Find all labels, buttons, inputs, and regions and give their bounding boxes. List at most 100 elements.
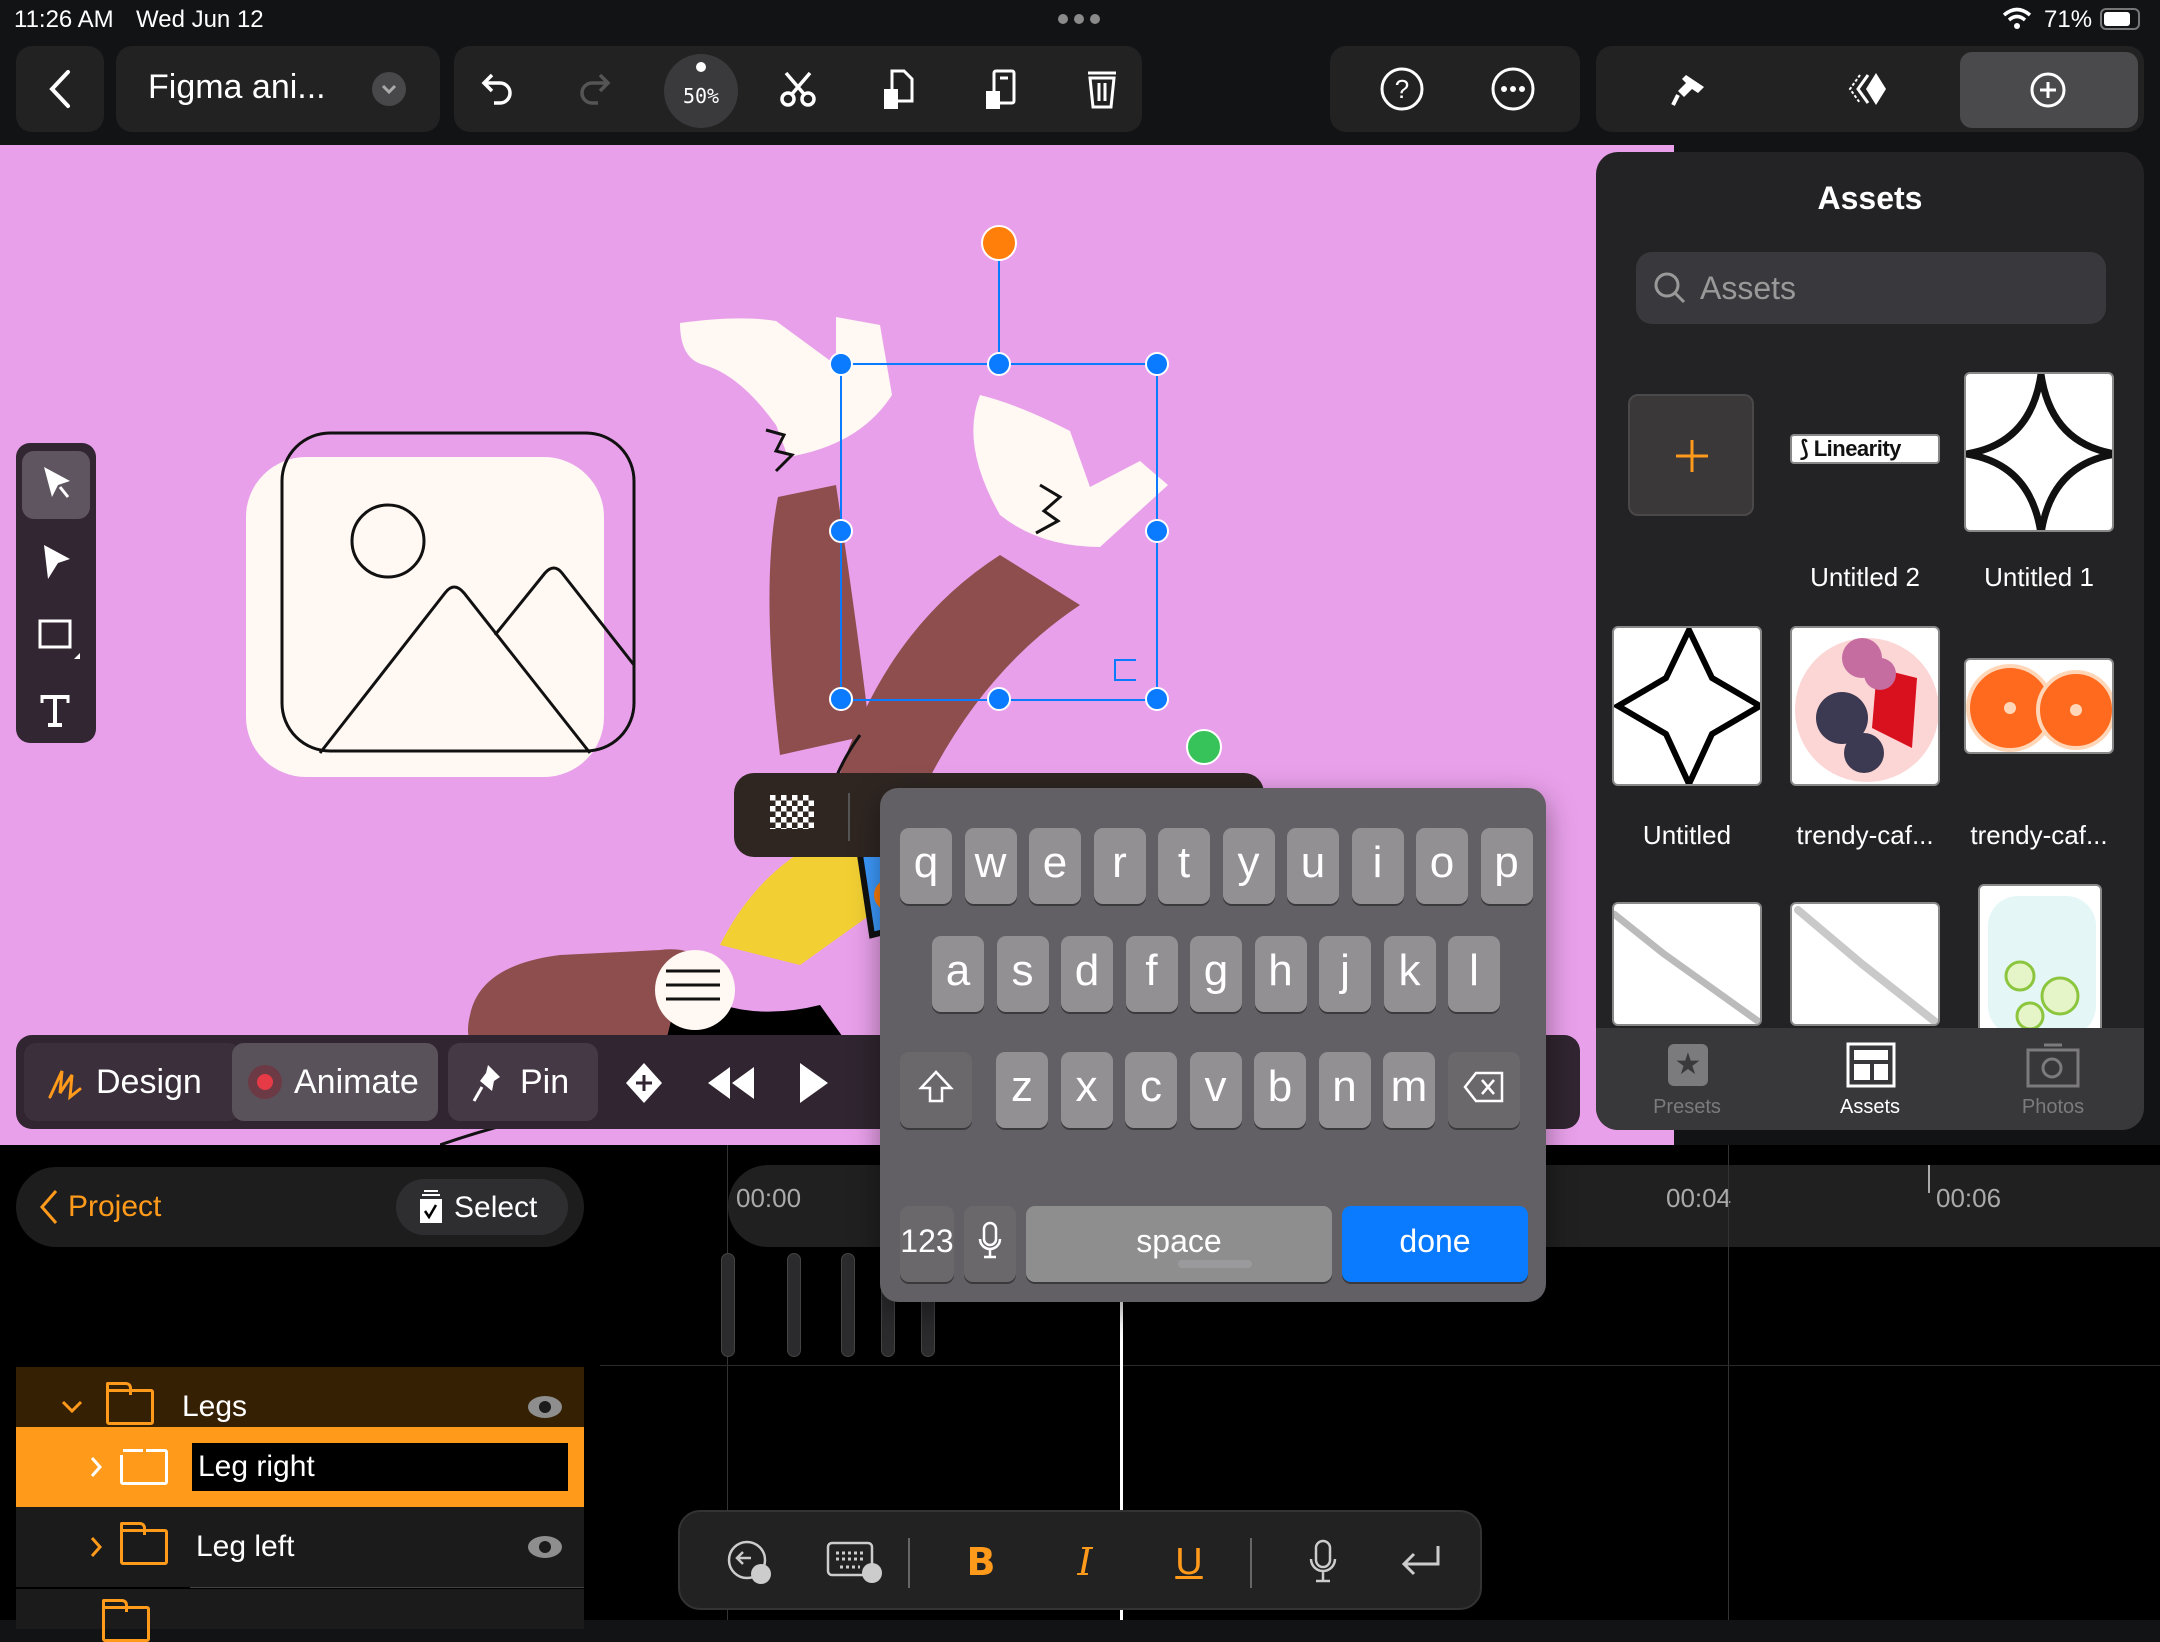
- resize-handle-top-left[interactable]: [829, 352, 853, 376]
- key-e[interactable]: e: [1029, 828, 1081, 904]
- pin-mode-button[interactable]: Pin: [448, 1043, 598, 1121]
- resize-handle-bottom-right[interactable]: [1145, 687, 1169, 711]
- delete-key[interactable]: [1448, 1052, 1520, 1128]
- keyboard-drag-handle[interactable]: [1178, 1260, 1252, 1268]
- layer-rename-input[interactable]: Leg right: [192, 1443, 568, 1491]
- help-button[interactable]: ?: [1362, 46, 1442, 132]
- transparency-checker-icon[interactable]: [770, 795, 814, 829]
- rectangle-tool[interactable]: [22, 601, 90, 669]
- keyframe-bar[interactable]: [841, 1253, 855, 1357]
- select-tool[interactable]: [22, 451, 90, 519]
- key-z[interactable]: z: [996, 1052, 1048, 1128]
- chevron-right-icon[interactable]: [88, 1535, 104, 1559]
- resize-handle-left[interactable]: [829, 519, 853, 543]
- key-x[interactable]: x: [1060, 1052, 1113, 1128]
- chevron-down-icon[interactable]: [60, 1397, 84, 1417]
- key-q[interactable]: q: [900, 828, 952, 904]
- resize-handle-top[interactable]: [987, 352, 1011, 376]
- key-f[interactable]: f: [1125, 936, 1178, 1012]
- redo-button[interactable]: [556, 46, 636, 132]
- resize-handle-bottom-left[interactable]: [829, 687, 853, 711]
- italic-button[interactable]: I: [1050, 1512, 1120, 1612]
- asset-thumb-cucumber-water[interactable]: [1978, 884, 2102, 1034]
- key-k[interactable]: k: [1383, 936, 1436, 1012]
- key-b[interactable]: b: [1254, 1052, 1306, 1128]
- asset-thumb-oranges[interactable]: [1964, 658, 2114, 754]
- space-key[interactable]: space: [1026, 1206, 1332, 1282]
- shift-key[interactable]: [900, 1052, 972, 1128]
- asset-thumb-untitled-2[interactable]: ⟆ Linearity: [1790, 434, 1940, 464]
- play-button[interactable]: [796, 1061, 830, 1105]
- style-panel-button[interactable]: [1650, 46, 1730, 132]
- keyframe-bar[interactable]: [787, 1253, 801, 1357]
- key-j[interactable]: j: [1319, 936, 1371, 1012]
- asset-thumb-untitled[interactable]: [1612, 626, 1762, 786]
- animate-panel-button[interactable]: [1828, 46, 1908, 132]
- more-button[interactable]: [1473, 46, 1553, 132]
- undo-button[interactable]: [456, 46, 536, 132]
- key-o[interactable]: o: [1416, 828, 1468, 904]
- resize-handle-right[interactable]: [1145, 519, 1169, 543]
- multitasking-dots[interactable]: [1058, 14, 1100, 24]
- chevron-right-icon[interactable]: [88, 1455, 104, 1479]
- keyframe-bar[interactable]: [721, 1253, 735, 1357]
- numbers-key[interactable]: 123: [900, 1206, 954, 1282]
- zoom-level-button[interactable]: 50%: [664, 54, 738, 128]
- animate-mode-button[interactable]: Animate: [232, 1043, 438, 1121]
- layer-row-leg-left[interactable]: Leg left: [16, 1507, 584, 1587]
- asset-thumb-berries[interactable]: [1790, 626, 1940, 786]
- key-p[interactable]: p: [1480, 828, 1533, 904]
- key-u[interactable]: u: [1287, 828, 1339, 904]
- tab-assets[interactable]: Assets: [1778, 1028, 1962, 1130]
- resize-handle-top-right[interactable]: [1145, 352, 1169, 376]
- paste-button[interactable]: [962, 46, 1042, 132]
- rewind-button[interactable]: [706, 1065, 758, 1101]
- return-button[interactable]: [1386, 1512, 1456, 1612]
- done-key[interactable]: done: [1342, 1206, 1528, 1282]
- eye-icon[interactable]: [528, 1396, 562, 1418]
- assets-search-input[interactable]: Assets: [1636, 252, 2106, 324]
- asset-thumb-knife[interactable]: [1790, 902, 1940, 1026]
- key-y[interactable]: y: [1222, 828, 1275, 904]
- key-d[interactable]: d: [1061, 936, 1113, 1012]
- key-w[interactable]: w: [964, 828, 1017, 904]
- asset-thumb-fork[interactable]: [1612, 902, 1762, 1026]
- tab-presets[interactable]: ★ Presets: [1596, 1028, 1778, 1130]
- select-button[interactable]: Select: [396, 1179, 568, 1235]
- underline-button[interactable]: U: [1154, 1512, 1224, 1612]
- key-s[interactable]: s: [996, 936, 1049, 1012]
- key-m[interactable]: m: [1383, 1052, 1435, 1128]
- layer-row-partial[interactable]: [16, 1589, 584, 1642]
- key-l[interactable]: l: [1448, 936, 1500, 1012]
- key-v[interactable]: v: [1189, 1052, 1242, 1128]
- layer-row-leg-right[interactable]: Leg right: [16, 1427, 584, 1507]
- add-panel-button[interactable]: [1960, 52, 2138, 128]
- key-n[interactable]: n: [1318, 1052, 1371, 1128]
- key-h[interactable]: h: [1254, 936, 1307, 1012]
- add-keyframe-button[interactable]: [624, 1061, 664, 1105]
- keyboard-options-button[interactable]: [820, 1512, 890, 1612]
- back-button[interactable]: [16, 46, 104, 132]
- key-t[interactable]: t: [1158, 828, 1210, 904]
- text-tool[interactable]: [22, 677, 90, 745]
- key-a[interactable]: a: [932, 936, 984, 1012]
- asset-thumb-untitled-1[interactable]: [1964, 372, 2114, 532]
- undo-options-button[interactable]: [714, 1512, 784, 1612]
- key-c[interactable]: c: [1125, 1052, 1177, 1128]
- rotation-handle[interactable]: [981, 225, 1017, 261]
- dictation-key[interactable]: [964, 1206, 1016, 1282]
- key-g[interactable]: g: [1190, 936, 1242, 1012]
- anchor-point-handle[interactable]: [1186, 729, 1222, 765]
- selection-bounding-box[interactable]: [840, 363, 1158, 701]
- copy-button[interactable]: [860, 46, 940, 132]
- design-mode-button[interactable]: Design: [24, 1043, 240, 1121]
- delete-button[interactable]: [1062, 46, 1142, 132]
- chevron-down-icon[interactable]: [372, 72, 406, 106]
- dictation-button[interactable]: [1288, 1512, 1358, 1612]
- bold-button[interactable]: B: [946, 1512, 1016, 1612]
- key-i[interactable]: i: [1351, 828, 1404, 904]
- document-title-button[interactable]: Figma ani...: [116, 46, 440, 132]
- direct-select-tool[interactable]: [22, 527, 90, 595]
- project-back-button[interactable]: Project: [38, 1167, 161, 1247]
- eye-icon[interactable]: [528, 1536, 562, 1558]
